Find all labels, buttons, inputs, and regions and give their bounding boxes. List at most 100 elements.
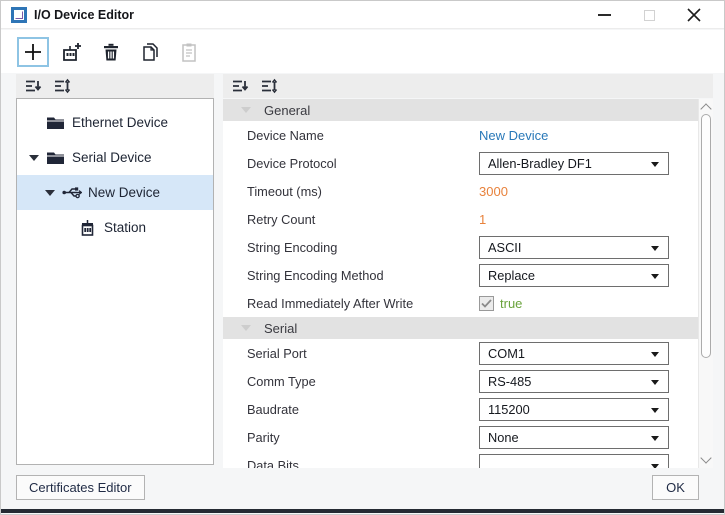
checkbox-value-label: true [500, 295, 523, 311]
properties-grid: General Device Name New Device Device Pr… [223, 99, 713, 468]
property-row-string-encoding: String Encoding ASCII [223, 233, 698, 261]
expand-arrow-icon[interactable] [45, 189, 55, 196]
property-label: Serial Port [247, 345, 307, 361]
tree-item-label: Station [104, 220, 147, 235]
property-label: String Encoding [247, 239, 338, 255]
tree-item-label: New Device [88, 185, 161, 200]
window-title: I/O Device Editor [34, 7, 135, 22]
dropdown-value: COM1 [488, 345, 525, 361]
dropdown-value: Replace [488, 267, 535, 283]
collapse-all-icon[interactable] [231, 78, 249, 94]
property-row-timeout: Timeout (ms) 3000 [223, 177, 698, 205]
property-label: Timeout (ms) [247, 183, 322, 199]
add-device-button[interactable] [17, 36, 49, 67]
property-row-device-protocol: Device Protocol Allen-Bradley DF1 [223, 149, 698, 177]
minimize-button[interactable] [589, 1, 619, 29]
dropdown-arrow-icon [651, 161, 659, 167]
certificates-editor-button[interactable]: Certificates Editor [16, 475, 145, 500]
io-device-editor-window: I/O Device Editor Ethernet Device Serial… [0, 0, 725, 515]
expand-all-icon[interactable] [53, 78, 71, 94]
string-encoding-dropdown[interactable]: ASCII [479, 235, 669, 259]
dropdown-arrow-icon [651, 435, 659, 441]
properties-panel: General Device Name New Device Device Pr… [223, 74, 713, 468]
property-row-parity: Parity None [223, 423, 698, 451]
property-row-data-bits: Data Bits [223, 451, 698, 468]
tree-item-station[interactable]: Station [17, 210, 213, 245]
minimize-icon [597, 14, 611, 16]
expand-all-icon[interactable] [260, 78, 278, 94]
folder-icon [47, 117, 64, 129]
station-icon [81, 220, 94, 236]
data-bits-dropdown[interactable] [479, 453, 669, 468]
property-row-retry-count: Retry Count 1 [223, 205, 698, 233]
ok-button[interactable]: OK [652, 475, 699, 500]
window-bottom-border [1, 509, 724, 513]
property-label: Retry Count [247, 211, 316, 227]
property-row-serial-port: Serial Port COM1 [223, 339, 698, 367]
dropdown-value: 115200 [488, 401, 530, 417]
property-label: Read Immediately After Write [247, 295, 414, 311]
toolbar [1, 30, 724, 73]
baudrate-dropdown[interactable]: 115200 [479, 397, 669, 421]
property-row-read-immediately: Read Immediately After Write true [223, 289, 698, 317]
dropdown-arrow-icon [651, 245, 659, 251]
dropdown-value: Allen-Bradley DF1 [488, 155, 592, 171]
property-label: Parity [247, 429, 280, 445]
section-header-serial[interactable]: Serial [223, 317, 698, 339]
maximize-button [634, 1, 664, 29]
property-label: Data Bits [247, 457, 299, 469]
dropdown-arrow-icon [651, 407, 659, 413]
dropdown-arrow-icon [651, 351, 659, 357]
property-row-baudrate: Baudrate 115200 [223, 395, 698, 423]
folder-icon [47, 152, 64, 164]
station-plus-icon [63, 42, 81, 61]
tree-item-label: Ethernet Device [72, 115, 169, 130]
vertical-scrollbar[interactable] [698, 99, 713, 468]
property-label: Device Protocol [247, 155, 337, 171]
tree-item-label: Serial Device [72, 150, 152, 165]
footer-bar: Certificates Editor OK [1, 468, 724, 509]
tree-item-new-device[interactable]: New Device [17, 175, 213, 210]
delete-button[interactable] [95, 36, 127, 67]
serial-port-dropdown[interactable]: COM1 [479, 341, 669, 365]
trash-icon [104, 43, 118, 60]
collapse-all-icon[interactable] [24, 78, 42, 94]
title-bar: I/O Device Editor [1, 1, 724, 29]
dropdown-value: ASCII [488, 239, 522, 255]
timeout-value[interactable]: 3000 [479, 184, 508, 199]
dropdown-value: RS-485 [488, 373, 532, 389]
property-label: Device Name [247, 127, 324, 143]
device-protocol-dropdown[interactable]: Allen-Bradley DF1 [479, 151, 669, 175]
maximize-icon [643, 9, 655, 21]
tree-item-serial-device[interactable]: Serial Device [17, 140, 213, 175]
dropdown-arrow-icon [651, 273, 659, 279]
scroll-down-icon[interactable] [700, 452, 712, 464]
properties-panel-header [223, 74, 713, 98]
scrollbar-thumb[interactable] [701, 114, 711, 358]
property-row-device-name: Device Name New Device [223, 121, 698, 149]
copy-icon [143, 42, 158, 61]
section-header-general[interactable]: General [223, 99, 698, 121]
plus-icon [25, 43, 41, 60]
tree-item-ethernet-device[interactable]: Ethernet Device [17, 105, 213, 140]
section-title: Serial [264, 320, 298, 336]
string-encoding-method-dropdown[interactable]: Replace [479, 263, 669, 287]
tree-panel-header [16, 74, 214, 98]
property-row-string-encoding-method: String Encoding Method Replace [223, 261, 698, 289]
add-station-button[interactable] [56, 36, 88, 67]
device-name-value[interactable]: New Device [479, 128, 548, 143]
property-label: Comm Type [247, 373, 316, 389]
copy-button[interactable] [134, 36, 166, 67]
app-logo-icon [11, 6, 27, 23]
comm-type-dropdown[interactable]: RS-485 [479, 369, 669, 393]
retry-count-value[interactable]: 1 [479, 212, 486, 227]
read-immediately-checkbox[interactable] [479, 295, 494, 311]
parity-dropdown[interactable]: None [479, 425, 669, 449]
expand-arrow-icon[interactable] [29, 154, 39, 161]
section-collapse-icon [241, 107, 251, 113]
close-icon [687, 8, 701, 22]
close-button[interactable] [679, 1, 709, 29]
scroll-up-icon[interactable] [700, 103, 712, 115]
property-label: Baudrate [247, 401, 299, 417]
property-label: String Encoding Method [247, 267, 384, 283]
